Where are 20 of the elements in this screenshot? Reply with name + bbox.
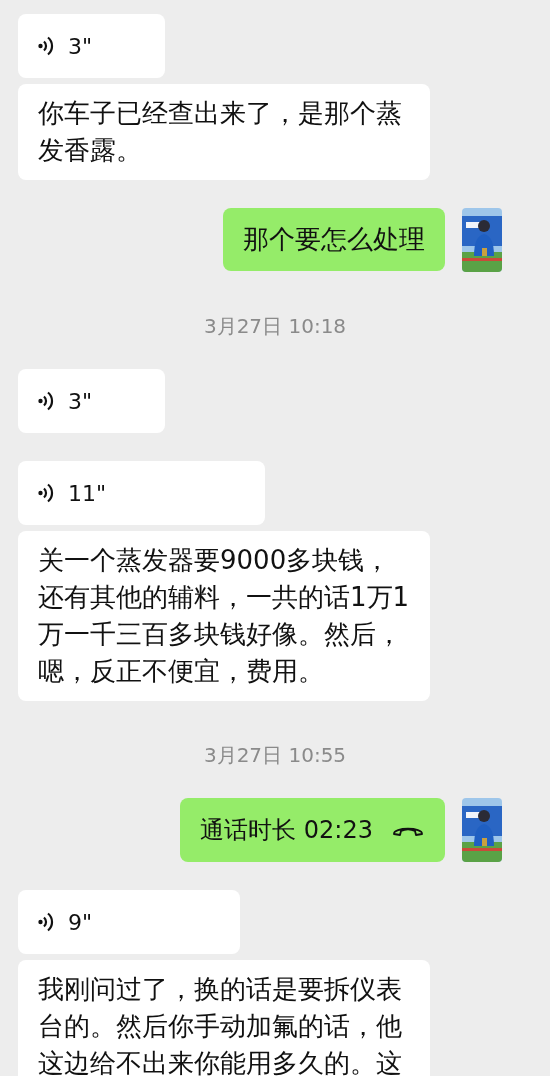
message-bubble: 关一个蒸发器要9000多块钱，还有其他的辅料，一共的话1万1万一千三百多块钱好像。然后，嗯，反正不便宜，费用。 [18,531,430,701]
voice-duration: 3" [68,388,93,414]
message-bubble: 那个要怎么处理 [223,208,445,271]
voice-icon [38,911,54,933]
voice-message[interactable]: 9" [18,890,240,954]
voice-message[interactable]: 3" [18,14,165,78]
timestamp: 3月27日 10:18 [203,314,347,338]
call-duration: 通话时长 02:23 [200,815,373,846]
voice-duration: 9" [68,909,93,935]
voice-icon [38,390,54,412]
voice-icon [38,482,54,504]
message-bubble: 我刚问过了，换的话是要拆仪表台的。然后你手动加氟的话，他这边给不出来你能用多久的。这 [18,960,430,1076]
voice-message[interactable]: 11" [18,461,265,525]
voice-icon [38,35,54,57]
timestamp: 3月27日 10:55 [203,743,347,767]
voice-message[interactable]: 3" [18,369,165,433]
voice-duration: 11" [68,480,107,506]
voice-duration: 3" [68,33,93,59]
call-record[interactable]: 通话时长 02:23 [180,798,445,862]
message-bubble: 你车子已经查出来了，是那个蒸发香露。 [18,84,430,180]
